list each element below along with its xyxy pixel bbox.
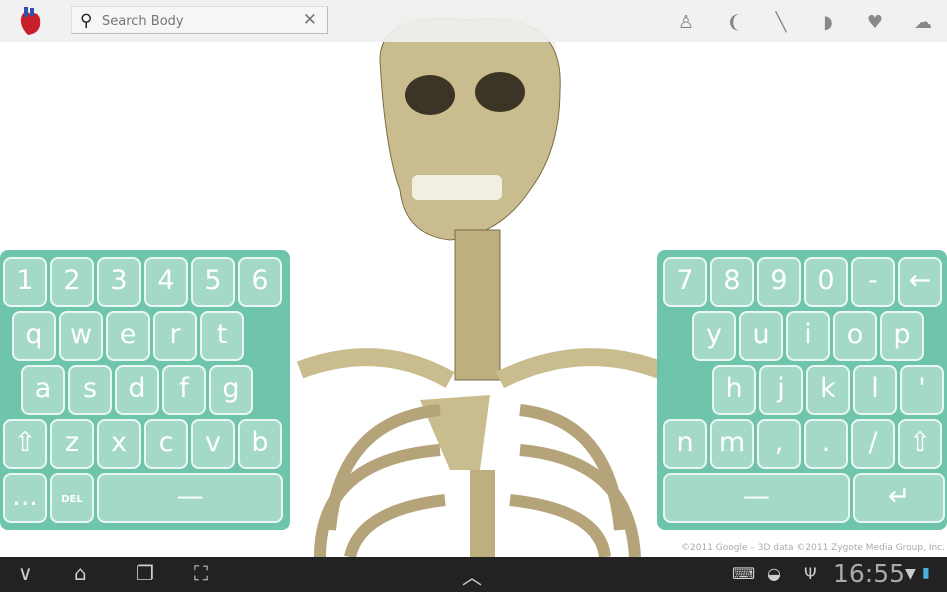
copyright-credit: ©2011 Google – 3D data ©2011 Zygote Medi… [681, 543, 945, 553]
search-box[interactable]: ⚲ ✕ [71, 6, 328, 34]
key-u[interactable]: u [739, 311, 783, 361]
key-7[interactable]: 7 [663, 257, 707, 307]
key-4[interactable]: 4 [144, 257, 188, 307]
key-q[interactable]: q [12, 311, 56, 361]
key-y[interactable]: y [692, 311, 736, 361]
right-keyboard: 7 8 9 0- ← y u i o p h j k l ' n m,. / ⇧ — ↵ [657, 250, 947, 530]
key-.[interactable]: . [804, 419, 848, 469]
key-space[interactable]: — [663, 473, 850, 523]
back-icon[interactable]: ∨ [18, 561, 33, 585]
key-1[interactable]: 1 [3, 257, 47, 307]
recent-apps-icon[interactable]: ❐ [136, 561, 154, 585]
key-t[interactable]: t [200, 311, 244, 361]
key-j[interactable]: j [759, 365, 803, 415]
key-e[interactable]: e [106, 311, 150, 361]
key-o[interactable]: o [833, 311, 877, 361]
key-8[interactable]: 8 [710, 257, 754, 307]
android-debug-icon: ◒ [767, 564, 781, 583]
key-2[interactable]: 2 [50, 257, 94, 307]
menu-up-icon[interactable]: ︿ [462, 561, 482, 590]
key-d[interactable]: d [115, 365, 159, 415]
key-w[interactable]: w [59, 311, 103, 361]
key-h[interactable]: h [712, 365, 756, 415]
key-9[interactable]: 9 [757, 257, 801, 307]
heart-logo-icon[interactable] [14, 5, 46, 37]
top-toolbar: ⚲ ✕ ♙ ❨ ╲ ◗ ♥ ☁ [0, 0, 947, 42]
key-v[interactable]: v [191, 419, 235, 469]
search-input[interactable] [102, 11, 292, 31]
key-c[interactable]: c [144, 419, 188, 469]
keyboard-icon[interactable]: ⌨ [732, 564, 755, 583]
search-icon: ⚲ [80, 11, 93, 31]
key-p[interactable]: p [880, 311, 924, 361]
muscle-icon[interactable]: ❨ [721, 10, 747, 36]
skin-icon[interactable]: ♙ [673, 10, 699, 36]
key-x[interactable]: x [97, 419, 141, 469]
key-l[interactable]: l [853, 365, 897, 415]
key-5[interactable]: 5 [191, 257, 235, 307]
system-navbar: ∨ ⌂ ❐ ⛶ ︿ ⌨ ◒ Ψ 16:55 ▼ ▮ [0, 557, 947, 592]
key-...[interactable]: ... [3, 473, 47, 523]
key-0[interactable]: 0 [804, 257, 848, 307]
clear-search-icon[interactable]: ✕ [303, 10, 317, 30]
key-g[interactable]: g [209, 365, 253, 415]
battery-icon: ▮ [922, 565, 930, 581]
key--[interactable]: - [851, 257, 895, 307]
key-shift[interactable]: ⇧ [898, 419, 942, 469]
key-'[interactable]: ' [900, 365, 944, 415]
key-,[interactable]: , [757, 419, 801, 469]
key-space[interactable]: — [97, 473, 283, 523]
key-f[interactable]: f [162, 365, 206, 415]
key-enter[interactable]: ↵ [853, 473, 945, 523]
key-i[interactable]: i [786, 311, 830, 361]
key-m[interactable]: m [710, 419, 754, 469]
nervous-icon[interactable]: ☁ [910, 10, 936, 36]
wifi-icon: ▼ [905, 566, 916, 582]
key-n[interactable]: n [663, 419, 707, 469]
screenshot-icon[interactable]: ⛶ [194, 561, 208, 585]
key-6[interactable]: 6 [238, 257, 282, 307]
key-s[interactable]: s [68, 365, 112, 415]
home-icon[interactable]: ⌂ [74, 561, 87, 585]
key-DEL[interactable]: DEL [50, 473, 94, 523]
clock[interactable]: 16:55 [833, 559, 905, 588]
key-b[interactable]: b [238, 419, 282, 469]
organ-icon[interactable]: ◗ [815, 10, 841, 36]
bone-icon[interactable]: ╲ [768, 10, 794, 36]
circulatory-icon[interactable]: ♥ [862, 10, 888, 36]
key-k[interactable]: k [806, 365, 850, 415]
left-keyboard: 1 2 3 4 5 6 q w e r t a s d f g ⇧ z x c v b... DEL — [0, 250, 290, 530]
key-a[interactable]: a [21, 365, 65, 415]
key-/[interactable]: / [851, 419, 895, 469]
key-3[interactable]: 3 [97, 257, 141, 307]
usb-icon: Ψ [804, 564, 817, 583]
key-z[interactable]: z [50, 419, 94, 469]
key-backspace[interactable]: ← [898, 257, 942, 307]
key-shift[interactable]: ⇧ [3, 419, 47, 469]
key-r[interactable]: r [153, 311, 197, 361]
